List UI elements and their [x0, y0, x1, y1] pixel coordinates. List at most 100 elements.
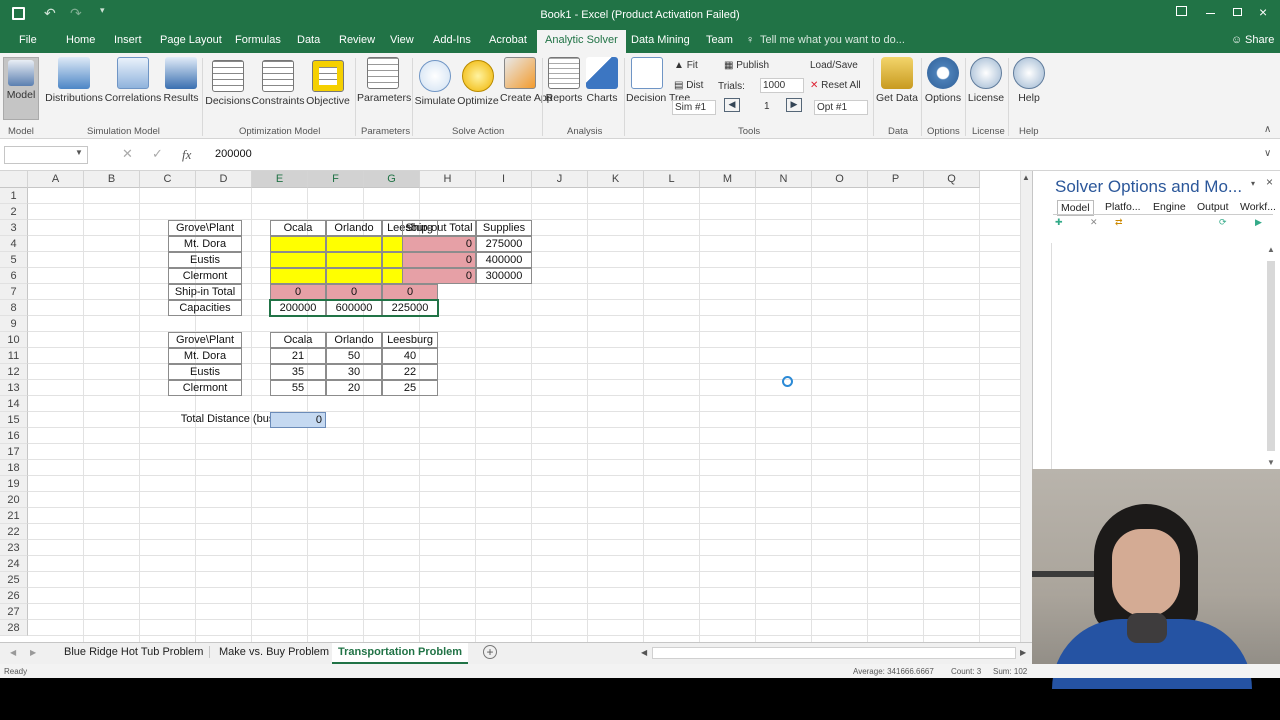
distance-cell[interactable]: 20: [326, 380, 382, 396]
hscroll-track[interactable]: [652, 647, 1016, 659]
tab-home[interactable]: Home: [66, 34, 95, 46]
column-header-d[interactable]: D: [196, 171, 252, 188]
shipin-label[interactable]: Ship-in Total: [168, 284, 242, 300]
row-header-20[interactable]: 20: [0, 492, 28, 508]
trials-input[interactable]: 1000: [760, 78, 804, 93]
sim-select[interactable]: Sim #1: [672, 100, 716, 115]
publish-button[interactable]: ▦ Publish: [724, 60, 769, 71]
opt-select[interactable]: Opt #1: [814, 100, 868, 115]
distance-cell[interactable]: 25: [382, 380, 438, 396]
fit-button[interactable]: ▲ Fit: [674, 60, 698, 71]
shipment-cell[interactable]: [326, 236, 382, 252]
name-box-dropdown-icon[interactable]: ▼: [75, 148, 83, 157]
pane-add-icon[interactable]: ✚: [1055, 217, 1063, 228]
column-header-h[interactable]: H: [420, 171, 476, 188]
get-data-button[interactable]: Get Data: [876, 57, 918, 104]
formula-input[interactable]: 200000: [215, 148, 252, 160]
tab-view[interactable]: View: [390, 34, 414, 46]
pane-tab-platform[interactable]: Platfo...: [1105, 201, 1141, 213]
pane-tab-engine[interactable]: Engine: [1153, 201, 1186, 213]
tab-data[interactable]: Data: [297, 34, 320, 46]
row-header-10[interactable]: 10: [0, 332, 28, 348]
table2-grove-name[interactable]: Eustis: [168, 364, 242, 380]
tell-me-box[interactable]: Tell me what you want to do...: [760, 34, 905, 46]
vscroll-up-icon[interactable]: ▲: [1022, 173, 1030, 182]
pane-options-icon[interactable]: ▾: [1251, 179, 1255, 188]
pane-scroll-thumb[interactable]: [1267, 261, 1275, 451]
row-header-3[interactable]: 3: [0, 220, 28, 236]
shipin-total-cell[interactable]: 0: [326, 284, 382, 300]
table1-header[interactable]: Ocala: [270, 220, 326, 236]
column-header-j[interactable]: J: [532, 171, 588, 188]
row-header-2[interactable]: 2: [0, 204, 28, 220]
shipment-cell[interactable]: [326, 252, 382, 268]
sheet-next-icon[interactable]: ▶: [30, 648, 36, 657]
row-header-7[interactable]: 7: [0, 284, 28, 300]
row-header-13[interactable]: 13: [0, 380, 28, 396]
column-header-k[interactable]: K: [588, 171, 644, 188]
row-header-1[interactable]: 1: [0, 188, 28, 204]
column-header-e[interactable]: E: [252, 171, 308, 188]
distance-cell[interactable]: 30: [326, 364, 382, 380]
row-header-8[interactable]: 8: [0, 300, 28, 316]
reports-button[interactable]: Reports: [544, 57, 584, 104]
pane-scroll-down-icon[interactable]: ▼: [1267, 458, 1275, 467]
pane-close-icon[interactable]: ×: [1266, 175, 1273, 189]
tab-formulas[interactable]: Formulas: [235, 34, 281, 46]
reset-all-button[interactable]: ✕ Reset All: [810, 80, 861, 91]
table2-header[interactable]: Grove\Plant: [168, 332, 242, 348]
total-distance-value[interactable]: 0: [270, 412, 326, 428]
supply-cell[interactable]: 275000: [476, 236, 532, 252]
pane-tab-workflow[interactable]: Workf...: [1240, 201, 1276, 213]
dist-button[interactable]: ▤ Dist: [674, 80, 703, 91]
table1-header[interactable]: Orlando: [326, 220, 382, 236]
vscroll-track[interactable]: [1020, 171, 1032, 642]
parameters-button[interactable]: Parameters: [357, 57, 411, 104]
table1-header[interactable]: Grove\Plant: [168, 220, 242, 236]
shipment-cell[interactable]: [270, 252, 326, 268]
optimize-button[interactable]: Optimize: [456, 60, 500, 107]
table1-header[interactable]: Ship-out Total: [402, 220, 476, 236]
charts-button[interactable]: Charts: [584, 57, 620, 104]
minimize-icon[interactable]: [1206, 13, 1215, 14]
column-header-p[interactable]: P: [868, 171, 924, 188]
row-header-25[interactable]: 25: [0, 572, 28, 588]
column-header-g[interactable]: G: [364, 171, 420, 188]
column-header-b[interactable]: B: [84, 171, 140, 188]
objective-button[interactable]: Objective: [305, 60, 351, 107]
table1-grove-name[interactable]: Mt. Dora: [168, 236, 242, 252]
prev-icon[interactable]: ◀: [724, 98, 740, 112]
restore-icon[interactable]: [1233, 8, 1242, 16]
row-header-6[interactable]: 6: [0, 268, 28, 284]
supply-cell[interactable]: 400000: [476, 252, 532, 268]
column-header-i[interactable]: I: [476, 171, 532, 188]
sheet-tab[interactable]: Blue Ridge Hot Tub Problem: [58, 646, 211, 658]
row-header-9[interactable]: 9: [0, 316, 28, 332]
tab-page-layout[interactable]: Page Layout: [160, 34, 222, 46]
hscroll-left-icon[interactable]: ◀: [641, 648, 647, 657]
column-header-l[interactable]: L: [644, 171, 700, 188]
row-header-12[interactable]: 12: [0, 364, 28, 380]
distance-cell[interactable]: 50: [326, 348, 382, 364]
license-button[interactable]: License: [966, 57, 1006, 104]
tab-acrobat[interactable]: Acrobat: [489, 34, 527, 46]
pane-delete-icon[interactable]: ✕: [1090, 217, 1098, 228]
shipout-total-cell[interactable]: 0: [402, 268, 476, 284]
column-header-a[interactable]: A: [28, 171, 84, 188]
next-icon[interactable]: ▶: [786, 98, 802, 112]
sheet-tab-active[interactable]: Transportation Problem: [332, 643, 469, 664]
step-value[interactable]: 1: [764, 101, 770, 112]
row-header-16[interactable]: 16: [0, 428, 28, 444]
sheet-tab[interactable]: Make vs. Buy Problem: [213, 646, 337, 658]
table2-header[interactable]: Ocala: [270, 332, 326, 348]
column-header-o[interactable]: O: [812, 171, 868, 188]
tab-file[interactable]: File: [19, 34, 37, 46]
column-header-f[interactable]: F: [308, 171, 364, 188]
column-header-n[interactable]: N: [756, 171, 812, 188]
enter-icon[interactable]: ✓: [152, 146, 163, 162]
distance-cell[interactable]: 40: [382, 348, 438, 364]
shipin-total-cell[interactable]: 0: [270, 284, 326, 300]
tab-insert[interactable]: Insert: [114, 34, 142, 46]
pane-analyze-icon[interactable]: ⟳: [1219, 217, 1227, 228]
simulate-button[interactable]: Simulate: [414, 60, 456, 107]
